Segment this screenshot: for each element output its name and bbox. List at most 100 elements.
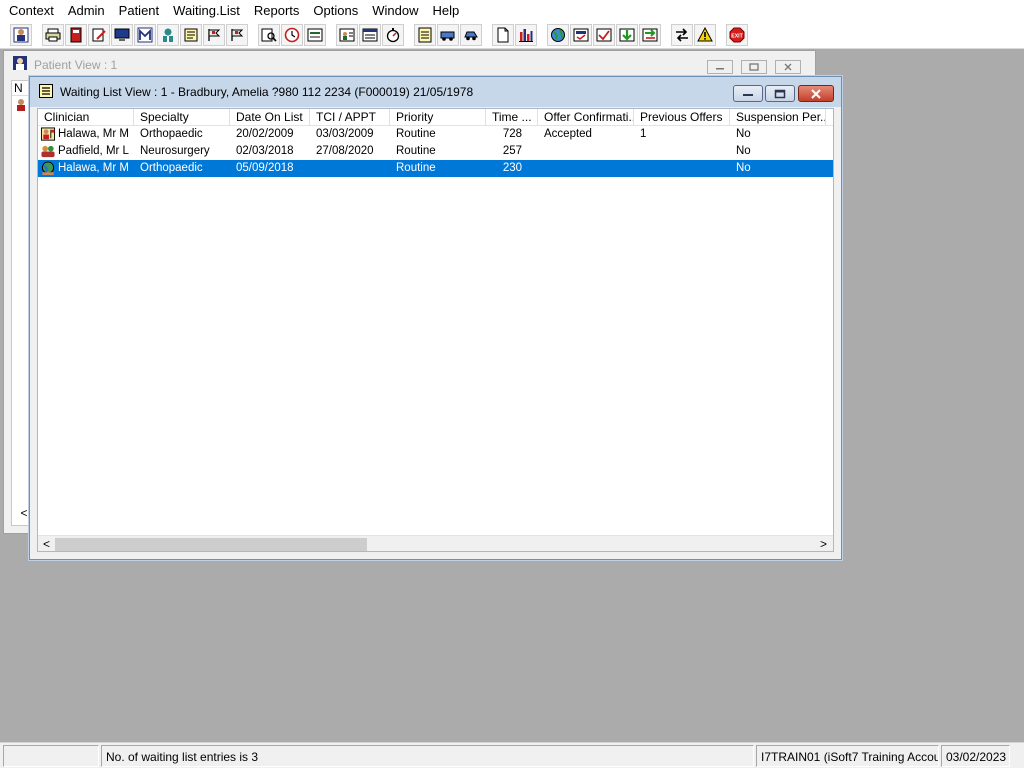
toolbar-button-clock[interactable] — [281, 23, 303, 46]
cell-suspension: No — [736, 128, 751, 140]
toolbar-button-blank-document[interactable] — [492, 23, 514, 46]
flag-icon — [206, 27, 222, 43]
stopwatch-icon — [385, 27, 401, 43]
cell-date-on-list: 20/02/2009 — [236, 128, 294, 140]
toolbar-button-list-window[interactable] — [304, 23, 326, 46]
toolbar-button-transport[interactable] — [437, 23, 459, 46]
toolbar-button-car[interactable] — [460, 23, 482, 46]
toolbar-button-flag[interactable] — [226, 23, 248, 46]
column-header-offer-confirmation[interactable]: Offer Confirmati... — [538, 109, 634, 126]
column-header-clinician[interactable]: Clinician — [38, 109, 134, 126]
scroll-left-arrow[interactable]: < — [38, 536, 55, 551]
toolbar-button-doctor[interactable] — [157, 23, 179, 46]
column-header-date-on-list[interactable]: Date On List — [230, 109, 310, 126]
cell-suspension: No — [736, 145, 751, 157]
toolbar-button-stopwatch[interactable] — [382, 23, 404, 46]
toolbar-button-monitor[interactable] — [111, 23, 133, 46]
column-header-tci-appt[interactable]: TCI / APPT — [310, 109, 390, 126]
menu-admin[interactable]: Admin — [61, 0, 112, 21]
calendar-list-icon — [362, 27, 378, 43]
table-row[interactable]: Padfield, Mr L Neurosurgery 02/03/2018 27/0… — [38, 143, 833, 160]
cell-specialty: Neurosurgery — [140, 145, 210, 157]
car-icon — [463, 27, 479, 43]
magnifier-document-icon — [261, 27, 277, 43]
patient-maximize-button[interactable] — [741, 60, 767, 74]
cell-suspension: No — [736, 162, 751, 174]
menu-patient[interactable]: Patient — [112, 0, 166, 21]
waiting-list-titlebar[interactable]: Waiting List View : 1 - Bradbury, Amelia… — [30, 77, 841, 107]
toolbar-button-globe[interactable] — [547, 23, 569, 46]
cell-clinician: Halawa, Mr M — [38, 160, 134, 177]
clinician-name: Halawa, Mr M — [58, 162, 129, 174]
flag-icon — [229, 27, 245, 43]
waiting-list-table-body: Halawa, Mr M Orthopaedic 20/02/2009 03/03/2… — [38, 126, 833, 177]
status-bar: No. of waiting list entries is 3 I7TRAIN… — [0, 742, 1024, 768]
toolbar-button-form-check[interactable] — [570, 23, 592, 46]
waiting-list-horizontal-scrollbar[interactable]: < > — [38, 535, 833, 551]
toolbar-button-person[interactable] — [10, 23, 32, 46]
cell-tci-appt: 03/03/2009 — [316, 128, 374, 140]
toolbar-button-edit-document[interactable] — [88, 23, 110, 46]
toolbar-button-red-book[interactable] — [65, 23, 87, 46]
toolbar-button-calendar-list[interactable] — [359, 23, 381, 46]
menu-help[interactable]: Help — [425, 0, 466, 21]
toolbar-button-note-pad[interactable] — [180, 23, 202, 46]
toolbar-button-green-arrows[interactable] — [639, 23, 661, 46]
waiting-list-close-button[interactable] — [798, 85, 834, 102]
waiting-list-window[interactable]: Waiting List View : 1 - Bradbury, Amelia… — [29, 76, 842, 560]
cell-time: 257 — [502, 145, 522, 157]
table-row[interactable]: Halawa, Mr M Orthopaedic 05/09/2018 Routine… — [38, 160, 833, 177]
column-header-time[interactable]: Time ... — [486, 109, 538, 126]
globe-icon — [550, 27, 566, 43]
clinician-group-icon — [40, 144, 58, 159]
toolbar: EXIT — [0, 21, 1024, 49]
cell-priority: Routine — [396, 145, 436, 157]
waiting-list-maximize-button[interactable] — [765, 85, 795, 102]
cell-date-on-list: 05/09/2018 — [236, 162, 294, 174]
toolbar-button-printer[interactable] — [42, 23, 64, 46]
column-header-previous-offers[interactable]: Previous Offers — [634, 109, 730, 126]
toolbar-button-flag[interactable] — [203, 23, 225, 46]
form-tick-icon — [596, 27, 612, 43]
scroll-right-arrow[interactable]: > — [815, 536, 832, 551]
toolbar-button-letter-m[interactable] — [134, 23, 156, 46]
table-row[interactable]: Halawa, Mr M Orthopaedic 20/02/2009 03/03/2… — [38, 126, 833, 143]
note-pad-icon — [183, 27, 199, 43]
menu-reports[interactable]: Reports — [247, 0, 307, 21]
column-header-priority[interactable]: Priority — [390, 109, 486, 126]
patient-close-button[interactable] — [775, 60, 801, 74]
cell-time: 728 — [502, 128, 522, 140]
toolbar-button-form-tick[interactable] — [593, 23, 615, 46]
toolbar-button-notepad[interactable] — [414, 23, 436, 46]
waiting-list-table[interactable]: Clinician Specialty Date On List TCI / APPT… — [37, 108, 834, 552]
cell-tci-appt: 27/08/2020 — [316, 145, 374, 157]
clock-icon — [284, 27, 300, 43]
menu-bar: Context Admin Patient Waiting.List Repor… — [0, 0, 1024, 21]
toolbar-button-exit-stop[interactable]: EXIT — [726, 23, 748, 46]
menu-waiting-list[interactable]: Waiting.List — [166, 0, 247, 21]
status-pane-empty — [3, 745, 99, 767]
menu-window[interactable]: Window — [365, 0, 425, 21]
cell-previous-offers — [634, 160, 730, 177]
bar-chart-icon — [518, 27, 534, 43]
menu-context[interactable]: Context — [2, 0, 61, 21]
cell-tci-appt — [310, 160, 390, 177]
column-header-suspension[interactable]: Suspension Per... — [730, 109, 826, 126]
toolbar-button-magnifier-document[interactable] — [258, 23, 280, 46]
cell-clinician: Halawa, Mr M — [38, 126, 134, 143]
toolbar-button-bar-chart[interactable] — [515, 23, 537, 46]
patient-view-title: Patient View : 1 — [34, 57, 118, 72]
transport-icon — [440, 27, 456, 43]
column-header-specialty[interactable]: Specialty — [134, 109, 230, 126]
printer-icon — [45, 27, 61, 43]
patient-view-titlebar[interactable]: Patient View : 1 — [4, 51, 815, 78]
menu-options[interactable]: Options — [306, 0, 365, 21]
toolbar-button-warning[interactable] — [694, 23, 716, 46]
scrollbar-thumb[interactable] — [55, 538, 367, 551]
waiting-list-minimize-button[interactable] — [733, 85, 763, 102]
patient-minimize-button[interactable] — [707, 60, 733, 74]
toolbar-button-swap-arrows[interactable] — [671, 23, 693, 46]
toolbar-button-calendar-person[interactable] — [336, 23, 358, 46]
toolbar-button-green-arrow-down[interactable] — [616, 23, 638, 46]
clinician-name: Halawa, Mr M — [58, 128, 129, 140]
